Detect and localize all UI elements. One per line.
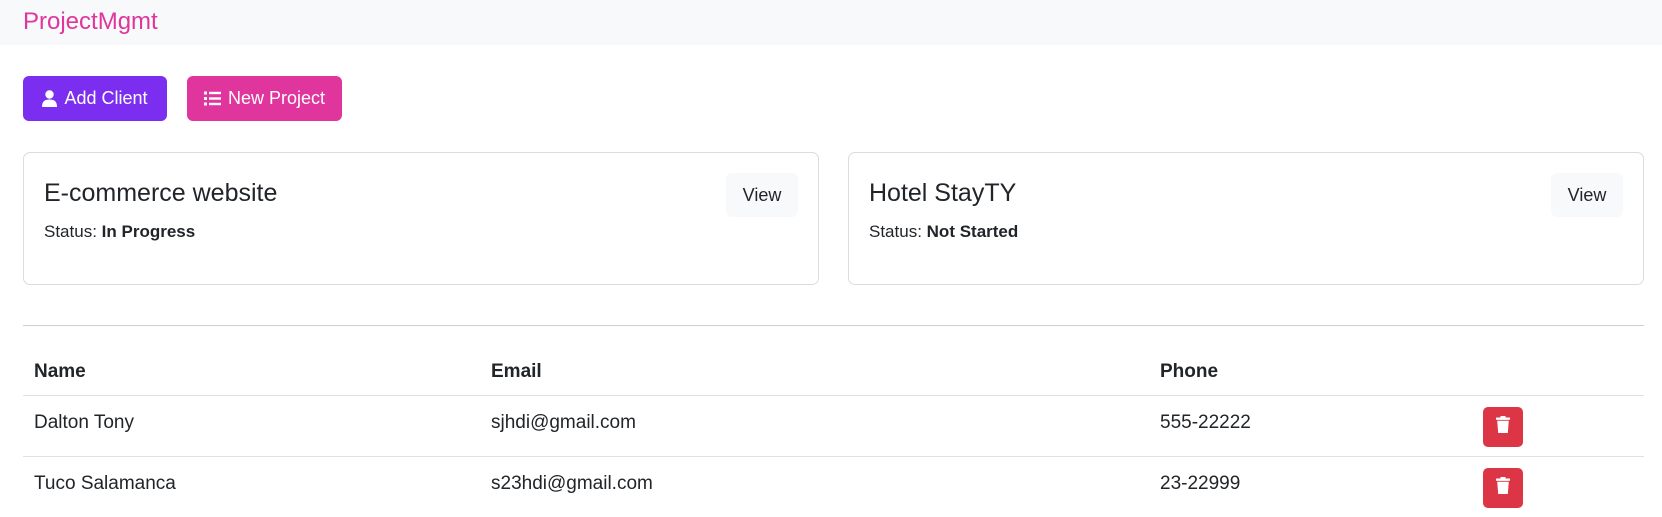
- client-phone: 23-22999: [1160, 473, 1241, 494]
- project-status: Status: In Progress: [44, 221, 195, 243]
- view-project-button[interactable]: View: [1551, 173, 1623, 217]
- header-email: Email: [491, 361, 542, 382]
- row-divider: [23, 395, 1644, 396]
- project-card: E-commerce website Status: In Progress V…: [23, 152, 819, 285]
- header-phone: Phone: [1160, 361, 1219, 382]
- section-divider: [23, 325, 1644, 326]
- project-card: Hotel StayTY Status: Not Started View: [848, 152, 1644, 285]
- new-project-label: New Project: [227, 88, 326, 108]
- project-title: Hotel StayTY: [869, 179, 1017, 207]
- delete-client-button[interactable]: [1483, 468, 1523, 508]
- navbar: ProjectMgmt: [0, 0, 1662, 45]
- trash-icon: [1496, 477, 1510, 499]
- client-name: Tuco Salamanca: [34, 473, 176, 494]
- client-email: s23hdi@gmail.com: [491, 473, 653, 494]
- add-client-label: Add Client: [64, 88, 148, 108]
- delete-client-button[interactable]: [1483, 407, 1523, 447]
- status-label: Status:: [44, 222, 97, 241]
- add-client-button[interactable]: Add Client: [23, 76, 167, 121]
- row-divider: [23, 456, 1644, 457]
- brand-logo[interactable]: ProjectMgmt: [23, 7, 158, 37]
- client-name: Dalton Tony: [34, 412, 134, 433]
- status-value: In Progress: [101, 222, 196, 241]
- project-status: Status: Not Started: [869, 221, 1018, 243]
- user-icon: [42, 90, 58, 107]
- status-label: Status:: [869, 222, 922, 241]
- new-project-button[interactable]: New Project: [187, 76, 342, 121]
- status-value: Not Started: [926, 222, 1019, 241]
- header-name: Name: [34, 361, 86, 382]
- client-email: sjhdi@gmail.com: [491, 412, 636, 433]
- list-icon: [203, 91, 221, 106]
- view-project-button[interactable]: View: [726, 173, 798, 217]
- trash-icon: [1496, 416, 1510, 438]
- project-title: E-commerce website: [44, 179, 278, 207]
- client-phone: 555-22222: [1160, 412, 1251, 433]
